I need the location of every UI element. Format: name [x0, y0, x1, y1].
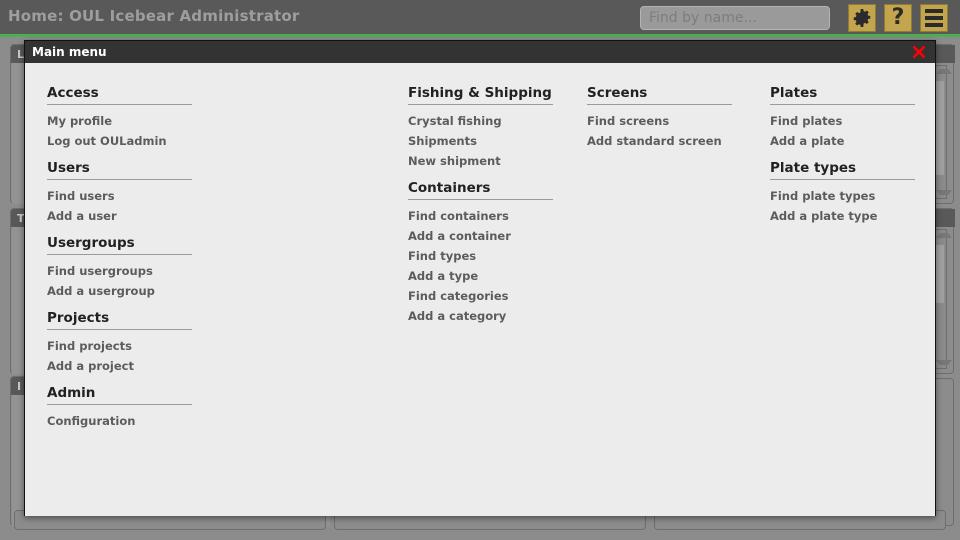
menu-heading: Users [47, 160, 192, 180]
menu-item-find-plates[interactable]: Find plates [770, 111, 930, 131]
help-icon: ? [891, 5, 905, 30]
menu-item-add-a-type[interactable]: Add a type [408, 266, 568, 286]
menu-group-fishing-shipping: Fishing & Shipping Crystal fishing Shipm… [408, 85, 568, 171]
menu-item-find-usergroups[interactable]: Find usergroups [47, 261, 207, 281]
menu-item-find-users[interactable]: Find users [47, 186, 207, 206]
menu-column-screens: Screens Find screens Add standard screen [587, 85, 747, 151]
menu-item-find-containers[interactable]: Find containers [408, 206, 568, 226]
application-root: L T I Home: OUL Icebear Administrator Fi… [0, 0, 960, 540]
menu-group-plate-types: Plate types Find plate types Add a plate… [770, 160, 930, 226]
dialog-title-bar[interactable]: Main menu [25, 41, 935, 63]
menu-item-find-plate-types[interactable]: Find plate types [770, 186, 930, 206]
menu-group-containers: Containers Find containers Add a contain… [408, 180, 568, 326]
menu-column-access: Access My profile Log out OULadmin Users… [47, 85, 207, 431]
dialog-content: Access My profile Log out OULadmin Users… [25, 63, 935, 516]
dialog-title-text: Main menu [32, 45, 107, 59]
menu-heading: Projects [47, 310, 192, 330]
menu-item-add-a-usergroup[interactable]: Add a usergroup [47, 281, 207, 301]
scroll-up-icon[interactable] [936, 69, 952, 74]
menu-item-find-categories[interactable]: Find categories [408, 286, 568, 306]
menu-item-add-a-plate[interactable]: Add a plate [770, 131, 930, 151]
menu-item-add-a-container[interactable]: Add a container [408, 226, 568, 246]
help-button[interactable]: ? [884, 4, 912, 32]
menu-item-log-out[interactable]: Log out OULadmin [47, 131, 207, 151]
search-input[interactable] [640, 6, 830, 30]
menu-item-new-shipment[interactable]: New shipment [408, 151, 568, 171]
menu-heading: Admin [47, 385, 192, 405]
menu-group-usergroups: Usergroups Find usergroups Add a usergro… [47, 235, 207, 301]
menu-heading: Containers [408, 180, 553, 200]
menu-item-add-a-plate-type[interactable]: Add a plate type [770, 206, 930, 226]
menu-group-projects: Projects Find projects Add a project [47, 310, 207, 376]
menu-group-access: Access My profile Log out OULadmin [47, 85, 207, 151]
scroll-down-icon[interactable] [936, 190, 952, 195]
menu-item-find-projects[interactable]: Find projects [47, 336, 207, 356]
menu-heading: Access [47, 85, 192, 105]
menu-heading: Screens [587, 85, 732, 105]
settings-button[interactable] [848, 4, 876, 32]
scrollbar-thumb[interactable] [935, 80, 945, 176]
menu-item-configuration[interactable]: Configuration [47, 411, 207, 431]
menu-item-add-a-user[interactable]: Add a user [47, 206, 207, 226]
menu-group-screens: Screens Find screens Add standard screen [587, 85, 747, 151]
main-menu-dialog: Main menu Access My profile Log out OULa… [24, 40, 936, 516]
menu-group-plates: Plates Find plates Add a plate [770, 85, 930, 151]
menu-heading: Plates [770, 85, 915, 105]
menu-item-my-profile[interactable]: My profile [47, 111, 207, 131]
page-title: Home: OUL Icebear Administrator [8, 7, 300, 25]
scrollbar-thumb[interactable] [935, 244, 945, 304]
scroll-down-icon[interactable] [936, 360, 952, 365]
gear-icon [852, 8, 872, 28]
close-x-glyph [912, 45, 926, 59]
menu-button[interactable] [920, 4, 948, 32]
menu-heading: Fishing & Shipping [408, 85, 553, 105]
top-app-bar: Home: OUL Icebear Administrator ? [0, 0, 960, 36]
close-icon[interactable] [909, 42, 929, 62]
menu-item-add-a-category[interactable]: Add a category [408, 306, 568, 326]
hamburger-icon [925, 9, 943, 27]
menu-item-add-standard-screen[interactable]: Add standard screen [587, 131, 747, 151]
scroll-up-icon[interactable] [936, 233, 952, 238]
menu-item-find-screens[interactable]: Find screens [587, 111, 747, 131]
menu-item-shipments[interactable]: Shipments [408, 131, 568, 151]
accent-divider [0, 34, 960, 37]
menu-heading: Usergroups [47, 235, 192, 255]
menu-group-users: Users Find users Add a user [47, 160, 207, 226]
menu-item-crystal-fishing[interactable]: Crystal fishing [408, 111, 568, 131]
menu-column-fishing-containers: Fishing & Shipping Crystal fishing Shipm… [408, 85, 568, 326]
menu-column-plates: Plates Find plates Add a plate Plate typ… [770, 85, 930, 226]
menu-item-find-types[interactable]: Find types [408, 246, 568, 266]
menu-group-admin: Admin Configuration [47, 385, 207, 431]
menu-heading: Plate types [770, 160, 915, 180]
menu-item-add-a-project[interactable]: Add a project [47, 356, 207, 376]
